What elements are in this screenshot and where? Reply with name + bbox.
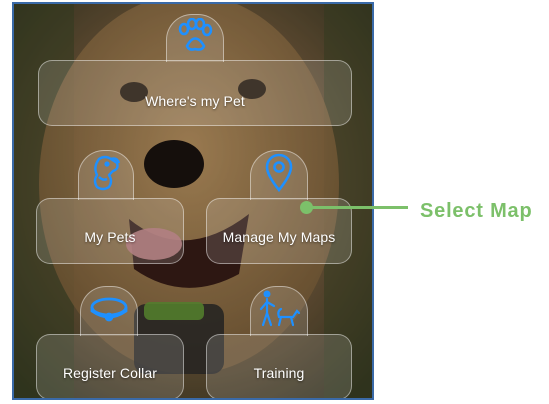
- register-collar-label: Register Collar: [62, 365, 158, 381]
- dog-icon: [89, 153, 123, 198]
- trainer-dog-icon: [257, 289, 301, 334]
- register-collar-button[interactable]: Register Collar: [36, 334, 184, 398]
- wheres-my-pet-button[interactable]: Where's my Pet: [38, 60, 352, 126]
- paw-icon: [175, 17, 215, 59]
- wheres-my-pet-label: Where's my Pet: [145, 93, 245, 109]
- callout-dot: [300, 201, 313, 214]
- my-pets-button[interactable]: My Pets: [36, 198, 184, 264]
- manage-maps-tab[interactable]: [250, 150, 308, 200]
- app-screen: Where's my Pet My Pets Manage My Maps Re…: [12, 2, 374, 400]
- map-pin-icon: [265, 153, 293, 198]
- training-tab[interactable]: [250, 286, 308, 336]
- training-label: Training: [253, 365, 305, 381]
- collar-icon: [89, 295, 129, 328]
- my-pets-tab[interactable]: [78, 150, 134, 200]
- my-pets-label: My Pets: [84, 229, 136, 245]
- training-button[interactable]: Training: [206, 334, 352, 398]
- register-collar-tab[interactable]: [80, 286, 138, 336]
- manage-maps-label: Manage My Maps: [222, 229, 336, 245]
- callout-line: [306, 206, 408, 209]
- wheres-my-pet-tab[interactable]: [166, 14, 224, 62]
- select-map-callout: Select Map: [420, 200, 533, 222]
